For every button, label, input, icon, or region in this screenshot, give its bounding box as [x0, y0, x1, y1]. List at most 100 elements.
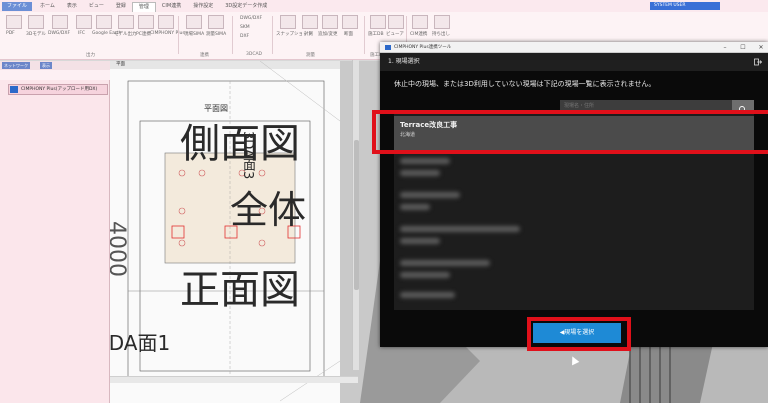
measure-button[interactable]: [302, 15, 318, 29]
tab-register[interactable]: 登録: [110, 2, 132, 12]
tab-view[interactable]: 表示: [61, 2, 83, 12]
list-item[interactable]: [394, 220, 754, 254]
pc-link-button[interactable]: [138, 15, 154, 29]
pc-link-label: PC連携: [136, 32, 151, 37]
blurred-text: [400, 292, 455, 298]
3d-model-button[interactable]: [28, 15, 44, 29]
app-window: ファイル ホーム 表示 ビュー 登録 管理 CIM連携 操作設定 3D設定データ…: [0, 0, 768, 403]
model-output-button[interactable]: [118, 15, 134, 29]
user-badge[interactable]: SYSTEM USER: [650, 2, 720, 10]
site-list: Terrace改良工事 北海道: [394, 112, 754, 310]
snapshot-button[interactable]: [280, 15, 296, 29]
tab-home[interactable]: ホーム: [34, 2, 61, 12]
viewer-button[interactable]: [388, 15, 404, 29]
cimphony-link-dialog: CIMPHONY Plus連携ツール – ☐ ✕ 1. 現場選択 休止中の現場、…: [380, 42, 768, 347]
list-item[interactable]: [394, 286, 754, 320]
skm-small-button[interactable]: SKM: [240, 25, 250, 30]
site-search-input[interactable]: [560, 100, 732, 111]
take-out-button[interactable]: [434, 15, 450, 29]
file-tab[interactable]: ファイル: [2, 2, 32, 11]
cim-link-button[interactable]: [412, 15, 428, 29]
face3-label: 3DA面3: [240, 131, 255, 180]
horizontal-scrollbar[interactable]: [110, 376, 358, 383]
tree-item-label: CIMPHONY Plus(アップロード用DX): [21, 87, 98, 92]
tab-manage[interactable]: 管理: [131, 2, 156, 12]
ifc-label: IFC: [78, 31, 86, 36]
face1-label: 3DA面1: [110, 331, 171, 355]
section-label: 断面: [344, 32, 353, 37]
step-title: 1. 現場選択: [388, 58, 420, 65]
step-header: 1. 現場選択: [380, 53, 768, 71]
menu-bar: ファイル ホーム 表示 ビュー 登録 管理 CIM連携 操作設定 3D設定データ…: [0, 0, 768, 12]
notice-text: 休止中の現場、または3D利用していない現場は下記の現場一覧に表示されません。: [394, 80, 656, 88]
pdf-button[interactable]: [6, 15, 22, 29]
tree-item-cimphony-upload[interactable]: CIMPHONY Plus(アップロード用DX): [8, 84, 108, 95]
list-item[interactable]: [394, 254, 754, 288]
site-row-selected[interactable]: Terrace改良工事 北海道: [394, 116, 754, 150]
tab-viewport[interactable]: ビュー: [83, 2, 110, 12]
front-view-label: 正面図: [180, 267, 300, 313]
list-item[interactable]: [394, 186, 754, 220]
ribbon-separator: [272, 16, 273, 54]
whole-view-label: 全体: [230, 188, 307, 232]
cim-link-label: CIM連携: [410, 32, 428, 37]
blurred-text: [400, 272, 450, 278]
close-button[interactable]: ✕: [754, 42, 768, 53]
app-icon: [385, 45, 391, 50]
site-region: 北海道: [400, 132, 416, 138]
blurred-text: [400, 158, 450, 164]
plan-drawing[interactable]: 平面 平面図 側面図 全体 正面図 3DA面3 DA面1 4000: [110, 61, 340, 403]
add-change-label: 追加/変更: [318, 32, 338, 37]
model-output-label: モデル出力: [114, 32, 137, 37]
cimphony-label: CIMPHONY Plus: [150, 31, 185, 36]
dimension-label: 4000: [110, 221, 129, 277]
maximize-button[interactable]: ☐: [736, 42, 750, 53]
add-change-button[interactable]: [322, 15, 338, 29]
ribbon-separator: [364, 16, 365, 54]
minimize-button[interactable]: –: [718, 42, 732, 53]
site-sima-button[interactable]: [186, 15, 202, 29]
dwg-small-button[interactable]: DWG/DXF: [240, 16, 262, 21]
blurred-text: [400, 170, 440, 176]
network-tab[interactable]: ネットワーク: [2, 62, 30, 69]
tree-toolbar: [0, 70, 110, 80]
construction-db-label: 施工DB: [368, 32, 384, 37]
dialog-titlebar[interactable]: CIMPHONY Plus連携ツール – ☐ ✕: [380, 42, 768, 53]
dxf-small-button[interactable]: DXF: [240, 34, 249, 39]
menu-tabs: ホーム 表示 ビュー 登録 管理 CIM連携 操作設定 3D設定データ作成: [34, 2, 273, 12]
cimphony-button[interactable]: [158, 15, 174, 29]
group-link: 連携: [200, 53, 209, 58]
viewer-label: ビューア: [386, 32, 404, 37]
tab-cim[interactable]: CIM連携: [156, 2, 187, 12]
section-button[interactable]: [342, 15, 358, 29]
dwg-button[interactable]: [52, 15, 68, 29]
survey-sima-button[interactable]: [208, 15, 224, 29]
group-output: 出力: [86, 53, 95, 58]
blurred-text: [400, 204, 430, 210]
search-button[interactable]: [732, 100, 754, 114]
group-3dcad: 3DCAD: [246, 52, 263, 57]
exit-icon[interactable]: [754, 58, 762, 66]
blurred-text: [400, 260, 490, 266]
tab-settings[interactable]: 操作設定: [187, 2, 219, 12]
blurred-text: [400, 192, 460, 198]
blurred-text: [400, 238, 440, 244]
select-site-button[interactable]: ◀現場を選択: [533, 323, 621, 343]
take-out-label: 持ち出し: [432, 32, 450, 37]
display-tab[interactable]: 表示: [40, 62, 52, 69]
group-survey: 測量: [306, 53, 315, 58]
tab-3d-data[interactable]: 3D設定データ作成: [219, 2, 273, 12]
vertical-scrollbar[interactable]: [352, 60, 359, 370]
survey-sima-label: 測量SIMA: [206, 32, 227, 37]
dwg-label: DWG/DXF: [48, 31, 71, 36]
folder-icon: [10, 86, 18, 93]
dialog-title: CIMPHONY Plus連携ツール: [394, 45, 452, 50]
construction-db-button[interactable]: [370, 15, 386, 29]
ifc-button[interactable]: [76, 15, 92, 29]
list-item[interactable]: [394, 152, 754, 186]
scrollbar-thumb[interactable]: [354, 140, 359, 290]
google-earth-button[interactable]: [96, 15, 112, 29]
site-sima-label: 現場SIMA: [184, 32, 205, 37]
ribbon-separator: [232, 16, 233, 54]
project-tree-panel: CIMPHONY Plus(アップロード用DX): [0, 80, 110, 403]
